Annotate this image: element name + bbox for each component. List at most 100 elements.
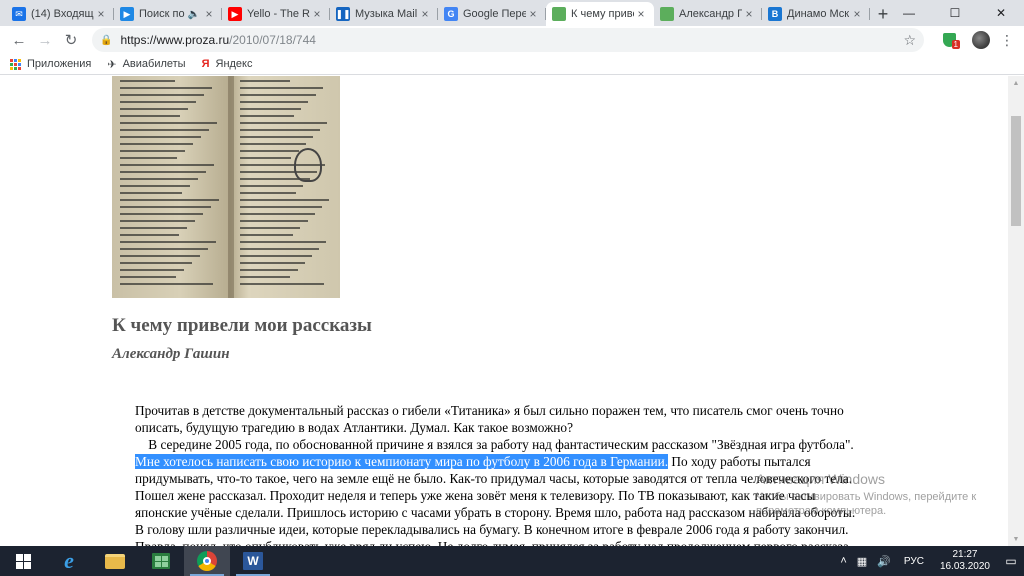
scrollbar-thumb[interactable] xyxy=(1011,116,1021,226)
tab-list: ✉(14) Входящие×▶Поиск по🔈×▶Yello - The R… xyxy=(6,2,870,26)
tab-close-icon[interactable]: × xyxy=(634,7,648,21)
maximize-button[interactable]: ☐ xyxy=(932,0,978,26)
taskbar-internet-explorer[interactable]: e xyxy=(46,546,92,576)
back-button[interactable]: ← xyxy=(6,27,32,53)
article-author[interactable]: Александр Гашин xyxy=(112,346,230,363)
tab-close-icon[interactable]: × xyxy=(94,7,108,21)
network-icon[interactable]: ▦ xyxy=(857,555,867,568)
tab-close-icon[interactable]: × xyxy=(526,7,540,21)
browser-toolbar: ← → ↻ 🔒 https://www.proza.ru/2010/07/18/… xyxy=(0,26,1024,54)
article-text: Прочитав в детстве документальный расска… xyxy=(135,403,844,418)
more-vertical-icon: ⋮ xyxy=(1000,32,1014,48)
reload-icon: ↻ xyxy=(64,32,78,49)
tab-title: Google Переводчик xyxy=(463,8,526,20)
lock-icon: 🔒 xyxy=(100,34,113,46)
proza-icon xyxy=(660,7,674,21)
page-scrollbar[interactable]: ▲ ▼ xyxy=(1008,76,1024,546)
windows-logo-icon xyxy=(15,553,31,569)
article-line: Правда, понял, что опубликовать уже вряд… xyxy=(135,538,875,546)
tab-close-icon[interactable]: × xyxy=(310,7,324,21)
taskbar-word[interactable]: W xyxy=(230,546,276,576)
tab-7[interactable]: B Динамо Мск (с× xyxy=(762,2,870,26)
arrow-right-icon: → xyxy=(37,31,53,49)
article-line: В голову шли различные идеи, которые пер… xyxy=(135,521,875,538)
input-language[interactable]: РУС xyxy=(904,556,924,567)
forward-button[interactable]: → xyxy=(32,27,58,53)
page-content: К чему привели мои рассказы Александр Га… xyxy=(0,76,1008,546)
internet-explorer-icon: e xyxy=(64,548,74,573)
watermark-title: Активация Windows xyxy=(756,471,886,487)
reload-button[interactable]: ↻ xyxy=(58,27,84,53)
taskbar-store[interactable] xyxy=(138,546,184,576)
profile-avatar[interactable] xyxy=(972,31,990,49)
apps-grid-icon xyxy=(10,58,21,70)
article-text: В середине 2005 года, по обоснованной пр… xyxy=(135,437,854,452)
yandex-icon: Я xyxy=(201,58,210,70)
browser-menu-button[interactable]: ⋮ xyxy=(996,33,1018,47)
taskbar-clock[interactable]: 21:27 16.03.2020 xyxy=(940,549,990,573)
tab-title: (14) Входящие xyxy=(31,8,94,20)
notification-center-icon[interactable]: ▭ xyxy=(998,554,1024,568)
store-icon xyxy=(152,553,170,569)
chrome-icon xyxy=(197,551,217,571)
tab-1[interactable]: ▶ Поиск по 🔈 × xyxy=(114,2,222,26)
mail-icon: ✉ xyxy=(12,7,26,21)
tab-title: Музыка Mail.Ru xyxy=(355,8,418,20)
tab-3[interactable]: ❚❚ Музыка Mail.Ru× xyxy=(330,2,438,26)
system-tray: ˄ ▦ 🔊 РУС 21:27 16.03.2020 ▭ xyxy=(835,546,1024,576)
article-title: К чему привели мои рассказы xyxy=(112,315,372,336)
bookmark-flights[interactable]: ✈ Авиабилеты xyxy=(107,58,185,71)
start-button[interactable] xyxy=(0,546,46,576)
article-text: Правда, понял, что опубликовать уже вряд… xyxy=(135,539,849,546)
article-line: описать, будущую трагедию в водах Атлант… xyxy=(135,419,875,436)
article-text: По ходу работы пытался xyxy=(668,454,811,469)
windows-activation-watermark: Активация Windows Чтобы активировать Win… xyxy=(756,471,976,518)
tab-4[interactable]: G Google Переводчик× xyxy=(438,2,546,26)
close-window-button[interactable]: ✕ xyxy=(978,0,1024,26)
tab-close-icon[interactable]: × xyxy=(850,7,864,21)
tab-0[interactable]: ✉ (14) Входящие× xyxy=(6,2,114,26)
article-line: Мне хотелось написать свою историю к чем… xyxy=(135,453,875,470)
windows-taskbar: e W ˄ ▦ 🔊 РУС 21:27 16.03.2020 ▭ xyxy=(0,546,1024,576)
scroll-down-arrow-icon[interactable]: ▼ xyxy=(1008,532,1024,546)
world-cup-emblem-icon xyxy=(294,148,322,182)
tab-5[interactable]: К чему привели× xyxy=(546,2,654,26)
site-icon: B xyxy=(768,7,782,21)
bookmark-label: Авиабилеты xyxy=(122,58,186,70)
taskbar-file-explorer[interactable] xyxy=(92,546,138,576)
article-line: Прочитав в детстве документальный расска… xyxy=(135,402,875,419)
tab-title: Александр Гашин xyxy=(679,8,742,20)
tab-close-icon[interactable]: × xyxy=(418,7,432,21)
play-icon: ▶ xyxy=(120,7,134,21)
volume-icon[interactable]: 🔊 xyxy=(877,555,891,568)
tab-close-icon[interactable]: × xyxy=(742,7,756,21)
scroll-up-arrow-icon[interactable]: ▲ xyxy=(1008,76,1024,90)
tab-title: Поиск по xyxy=(139,8,185,20)
address-bar[interactable]: 🔒 https://www.proza.ru/2010/07/18/744 ☆ xyxy=(92,28,924,52)
selected-text[interactable]: Мне хотелось написать свою историю к чем… xyxy=(135,454,669,469)
clock-date: 16.03.2020 xyxy=(939,561,990,572)
translate-icon: G xyxy=(444,7,458,21)
arrow-left-icon: ← xyxy=(11,31,27,49)
url-path: /2010/07/18/744 xyxy=(229,33,316,47)
bookmark-yandex[interactable]: Я Яндекс xyxy=(202,58,253,70)
article-text: описать, будущую трагедию в водах Атлант… xyxy=(135,420,573,435)
tab-close-icon[interactable]: × xyxy=(202,7,216,21)
word-icon: W xyxy=(243,552,263,570)
watermark-text: параметрам компьютера. xyxy=(756,505,887,517)
minimize-button[interactable]: — xyxy=(886,0,932,26)
article-text: В голову шли различные идеи, которые пер… xyxy=(135,522,849,537)
extension-button[interactable]: 1 xyxy=(938,29,960,51)
tab-audio-icon[interactable]: 🔈 xyxy=(188,9,200,20)
tab-strip: ✉(14) Входящие×▶Поиск по🔈×▶Yello - The R… xyxy=(0,0,1024,26)
proza-icon xyxy=(552,7,566,21)
tab-6[interactable]: Александр Гашин× xyxy=(654,2,762,26)
article-line: В середине 2005 года, по обоснованной пр… xyxy=(135,436,875,453)
tab-2[interactable]: ▶ Yello - The Race× xyxy=(222,2,330,26)
bookmark-apps[interactable]: Приложения xyxy=(10,58,91,70)
taskbar-chrome[interactable] xyxy=(184,546,230,576)
bookmark-star-icon[interactable]: ☆ xyxy=(903,32,916,49)
file-explorer-icon xyxy=(105,553,125,569)
bookmarks-bar: Приложения ✈ Авиабилеты Я Яндекс xyxy=(0,54,1024,75)
show-hidden-icons-chevron-icon[interactable]: ˄ xyxy=(840,555,846,567)
